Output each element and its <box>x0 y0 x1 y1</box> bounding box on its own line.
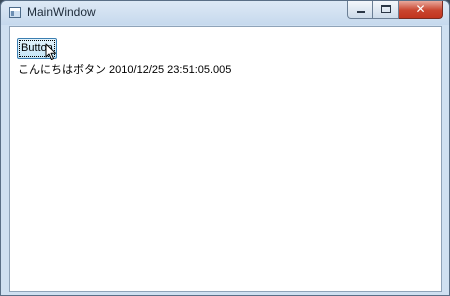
app-window-icon[interactable] <box>9 7 21 18</box>
minimize-button[interactable] <box>347 1 373 19</box>
main-window: MainWindow ✕ Button こんにちはボタン 2010/12/25 … <box>0 0 450 296</box>
minimize-icon <box>357 11 365 13</box>
caption-buttons: ✕ <box>347 1 443 19</box>
greeting-timestamp-text: こんにちはボタン 2010/12/25 23:51:05.005 <box>18 64 232 76</box>
client-area: Button こんにちはボタン 2010/12/25 23:51:05.005 <box>9 26 442 292</box>
maximize-icon <box>381 5 391 13</box>
maximize-button[interactable] <box>373 1 399 19</box>
close-icon: ✕ <box>415 2 426 16</box>
title-bar[interactable]: MainWindow ✕ <box>1 1 449 25</box>
arrow-cursor-icon <box>45 43 56 60</box>
close-button[interactable]: ✕ <box>399 1 443 19</box>
window-title: MainWindow <box>27 5 96 19</box>
